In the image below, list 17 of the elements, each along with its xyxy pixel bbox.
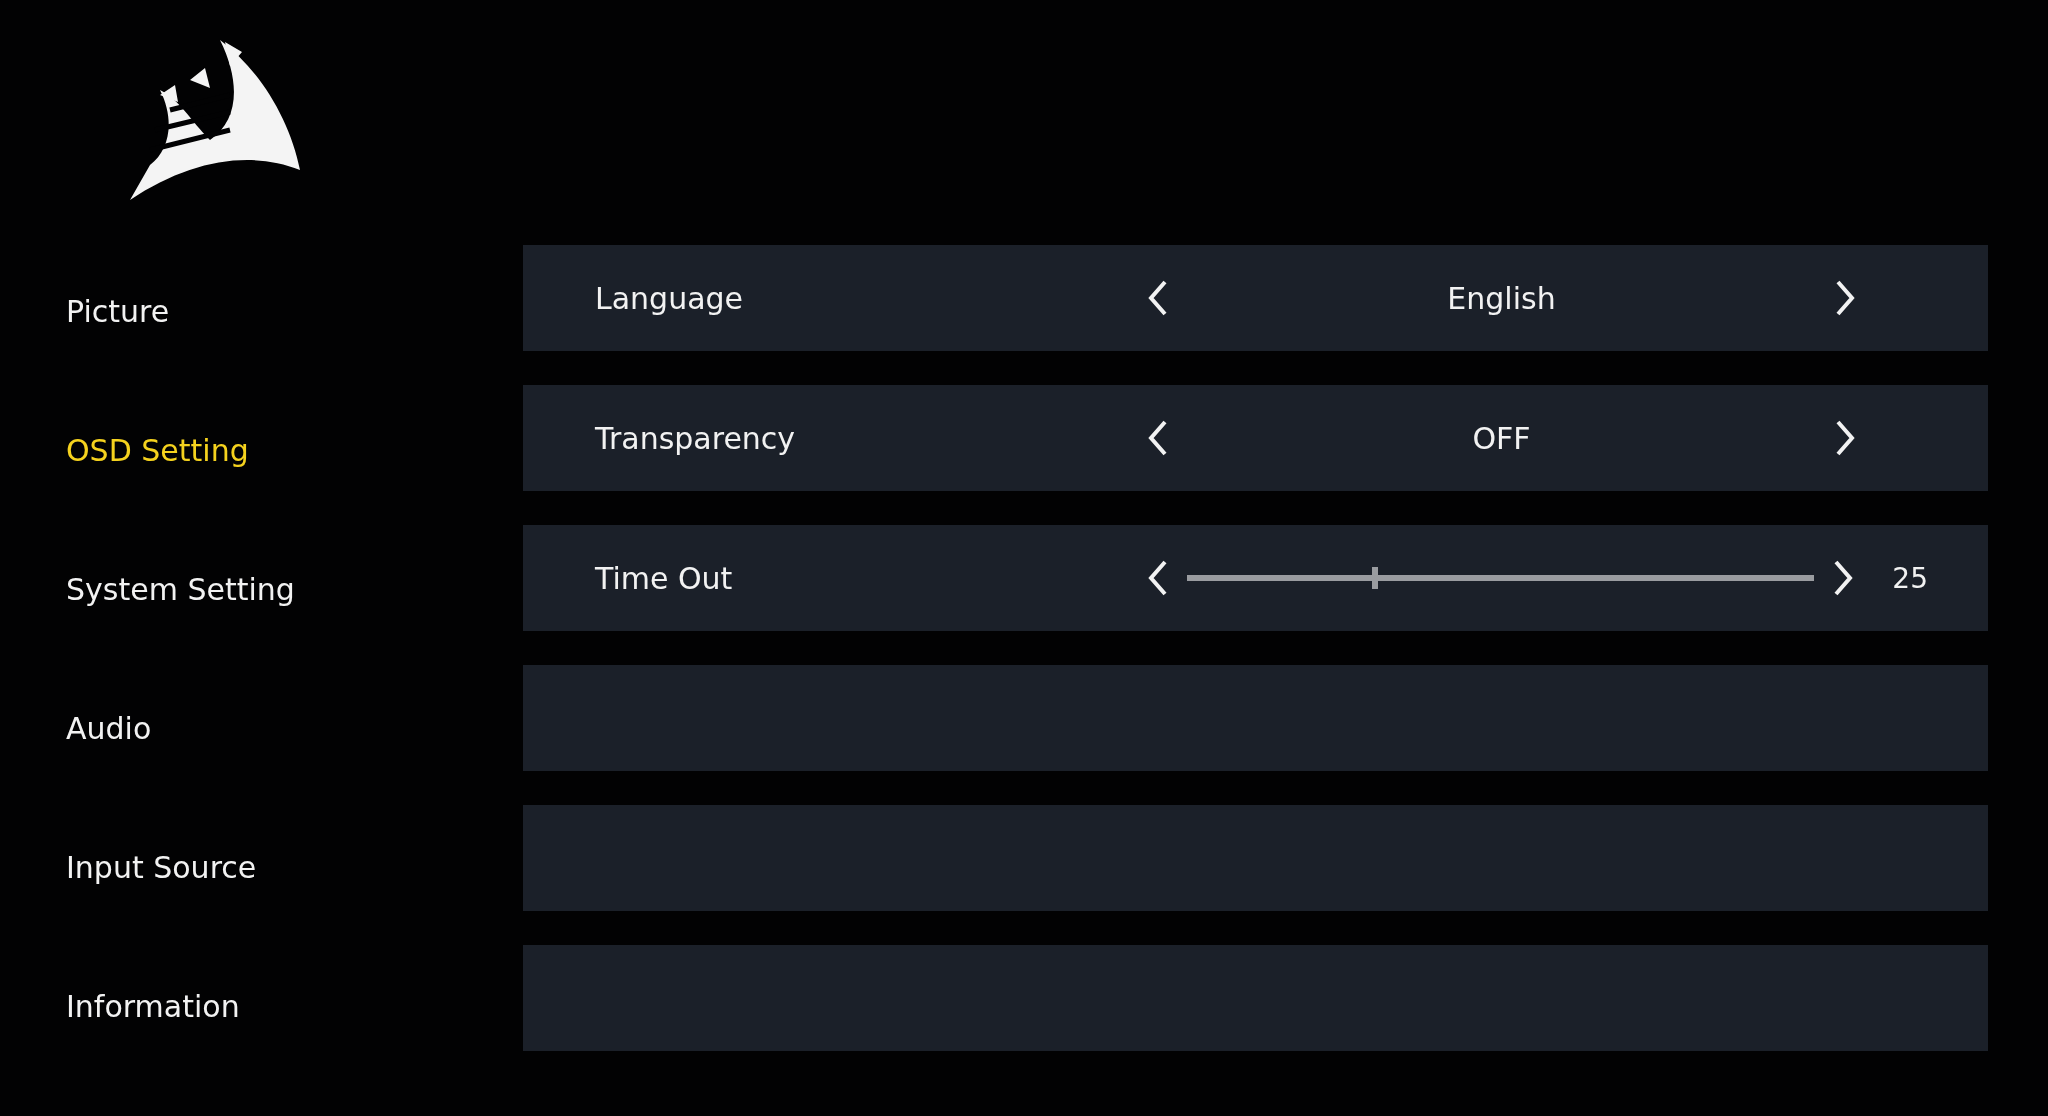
menu-item[interactable]: Picture xyxy=(66,242,523,381)
slider-thumb[interactable] xyxy=(1372,567,1379,589)
menu-item[interactable]: OSD Setting xyxy=(66,381,523,520)
setting-row[interactable]: Time Out 25 xyxy=(523,525,1988,631)
menu-item[interactable]: Audio xyxy=(66,659,523,798)
setting-value: English xyxy=(1446,280,1557,316)
sails-logo-icon xyxy=(130,40,300,200)
setting-label: Language xyxy=(595,280,745,316)
slider-reading: 25 xyxy=(1892,561,1928,595)
setting-value: OFF xyxy=(1471,420,1532,456)
setting-label: Transparency xyxy=(595,420,797,456)
setting-row[interactable]: Language English xyxy=(523,245,1988,351)
setting-label: Time Out xyxy=(595,560,734,596)
setting-row[interactable]: Transparency OFF xyxy=(523,385,1988,491)
menu-item[interactable]: Information xyxy=(66,937,523,1076)
menu-item[interactable]: System Setting xyxy=(66,520,523,659)
menu-item[interactable]: Input Source xyxy=(66,798,523,937)
